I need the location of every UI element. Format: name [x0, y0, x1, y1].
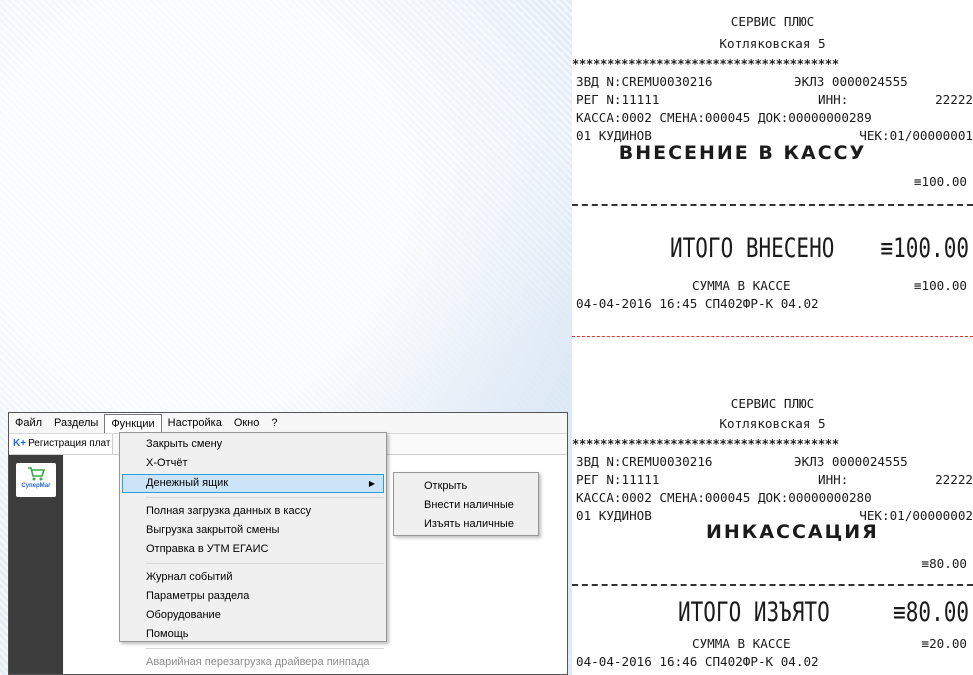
receipt-zvd: ЗВД N:CREMU0030216: [576, 454, 713, 469]
receipt-divider: [572, 584, 973, 586]
receipt-balance-amount: ≡20.00: [921, 636, 968, 651]
cash-drawer-submenu: Открыть Внести наличные Изъять наличные: [393, 472, 539, 536]
receipt-eklz: ЭКЛЗ 0000024555: [794, 74, 908, 89]
menu-item-event-log[interactable]: Журнал событий: [120, 568, 386, 587]
receipt-zvd: ЗВД N:CREMU0030216: [576, 74, 713, 89]
menu-item-send-egais[interactable]: Отправка в УТМ ЕГАИС: [120, 540, 386, 559]
receipt-total-amount: ≡100.00: [880, 233, 969, 263]
app-logo[interactable]: СуперМаг: [16, 463, 56, 497]
menu-item-pinpad-reset: Аварийная перезагрузка драйвера пинпада: [146, 656, 370, 668]
tab-payment-registration[interactable]: K+ Регистрация плат: [9, 434, 113, 454]
receipt-amount: ≡80.00: [921, 556, 968, 571]
receipt-cashier: 01 КУДИНОВ: [576, 508, 652, 523]
menu-help[interactable]: ?: [265, 413, 283, 433]
receipt-divider: [572, 204, 973, 206]
receipt-balance-label: СУММА В КАССЕ: [692, 278, 791, 293]
functions-dropdown: Закрыть смену Х-Отчёт Денежный ящик ▶ По…: [119, 432, 387, 668]
receipt-kassa: КАССА:0002 СМЕНА:000045 ДОК:00000000280: [576, 490, 872, 505]
receipt-reg: РЕГ N:11111: [576, 92, 660, 107]
receipt-printout: СЕРВИС ПЛЮС Котляковская 5 *************…: [572, 0, 973, 675]
cart-icon: [28, 467, 46, 481]
menu-item-help[interactable]: Помощь: [120, 625, 386, 644]
receipt-inn: 22222: [935, 472, 973, 487]
receipt-company: СЕРВИС ПЛЮС: [730, 14, 815, 29]
receipt-total-label: ИТОГО ВНЕСЕНО: [670, 233, 835, 263]
receipt-check: ЧЕК:01/00000001: [859, 128, 973, 143]
add-icon: K+: [13, 438, 27, 449]
menubar: Файл Разделы Функции Настройка Окно ?: [9, 413, 567, 434]
menu-settings[interactable]: Настройка: [162, 413, 228, 433]
submenu-arrow-icon: ▶: [368, 479, 375, 488]
receipt-inn-label: ИНН:: [818, 92, 849, 107]
menu-item-x-report[interactable]: Х-Отчёт: [120, 454, 386, 473]
menu-separator: [146, 563, 384, 564]
menu-separator: [146, 497, 384, 498]
menu-item-cash-drawer-label: Денежный ящик: [146, 477, 229, 489]
receipt-operation: ВНЕСЕНИЕ В КАССУ: [618, 142, 867, 164]
receipt-inn: 22222: [935, 92, 973, 107]
receipt-stars: **************************************: [572, 57, 839, 71]
receipt-stars: **************************************: [572, 437, 839, 451]
receipt-footer: 04-04-2016 16:46 СП402ФР-К 04.02: [576, 654, 819, 669]
menu-separator: [146, 648, 384, 649]
receipt-cut-line: [572, 336, 973, 337]
menu-item-full-load[interactable]: Полная загрузка данных в кассу: [120, 502, 386, 521]
receipt-eklz: ЭКЛЗ 0000024555: [794, 454, 908, 469]
menu-functions[interactable]: Функции: [104, 414, 162, 433]
menu-window[interactable]: Окно: [228, 413, 266, 433]
side-panel: СуперМаг: [9, 455, 63, 674]
submenu-item-deposit-cash[interactable]: Внести наличные: [394, 496, 538, 515]
receipt-balance-amount: ≡100.00: [913, 278, 967, 293]
receipt-inn-label: ИНН:: [818, 472, 849, 487]
receipt-balance-label: СУММА В КАССЕ: [692, 636, 791, 651]
receipt-amount: ≡100.00: [913, 174, 967, 189]
tab-label: Регистрация плат: [28, 438, 111, 449]
submenu-item-withdraw-cash[interactable]: Изъять наличные: [394, 515, 538, 534]
menu-sections[interactable]: Разделы: [48, 413, 104, 433]
receipt-total-amount: ≡80.00: [893, 597, 969, 627]
menu-file[interactable]: Файл: [9, 413, 48, 433]
receipt-address: Котляковская 5: [719, 36, 826, 51]
receipt-company: СЕРВИС ПЛЮС: [730, 396, 815, 411]
submenu-item-open[interactable]: Открыть: [394, 477, 538, 496]
receipt-operation: ИНКАССАЦИЯ: [706, 521, 879, 543]
menu-item-close-shift[interactable]: Закрыть смену: [120, 435, 386, 454]
menu-item-section-params[interactable]: Параметры раздела: [120, 587, 386, 606]
receipt-address: Котляковская 5: [719, 416, 826, 431]
receipt-kassa: КАССА:0002 СМЕНА:000045 ДОК:00000000289: [576, 110, 872, 125]
logo-text: СуперМаг: [21, 483, 51, 489]
menu-item-equipment[interactable]: Оборудование: [120, 606, 386, 625]
receipt-footer: 04-04-2016 16:45 СП402ФР-К 04.02: [576, 296, 819, 311]
receipt-total-label: ИТОГО ИЗЪЯТО: [678, 597, 830, 627]
menu-item-cash-drawer[interactable]: Денежный ящик ▶: [122, 474, 384, 493]
menu-item-upload-closed-shift[interactable]: Выгрузка закрытой смены: [120, 521, 386, 540]
receipt-reg: РЕГ N:11111: [576, 472, 660, 487]
